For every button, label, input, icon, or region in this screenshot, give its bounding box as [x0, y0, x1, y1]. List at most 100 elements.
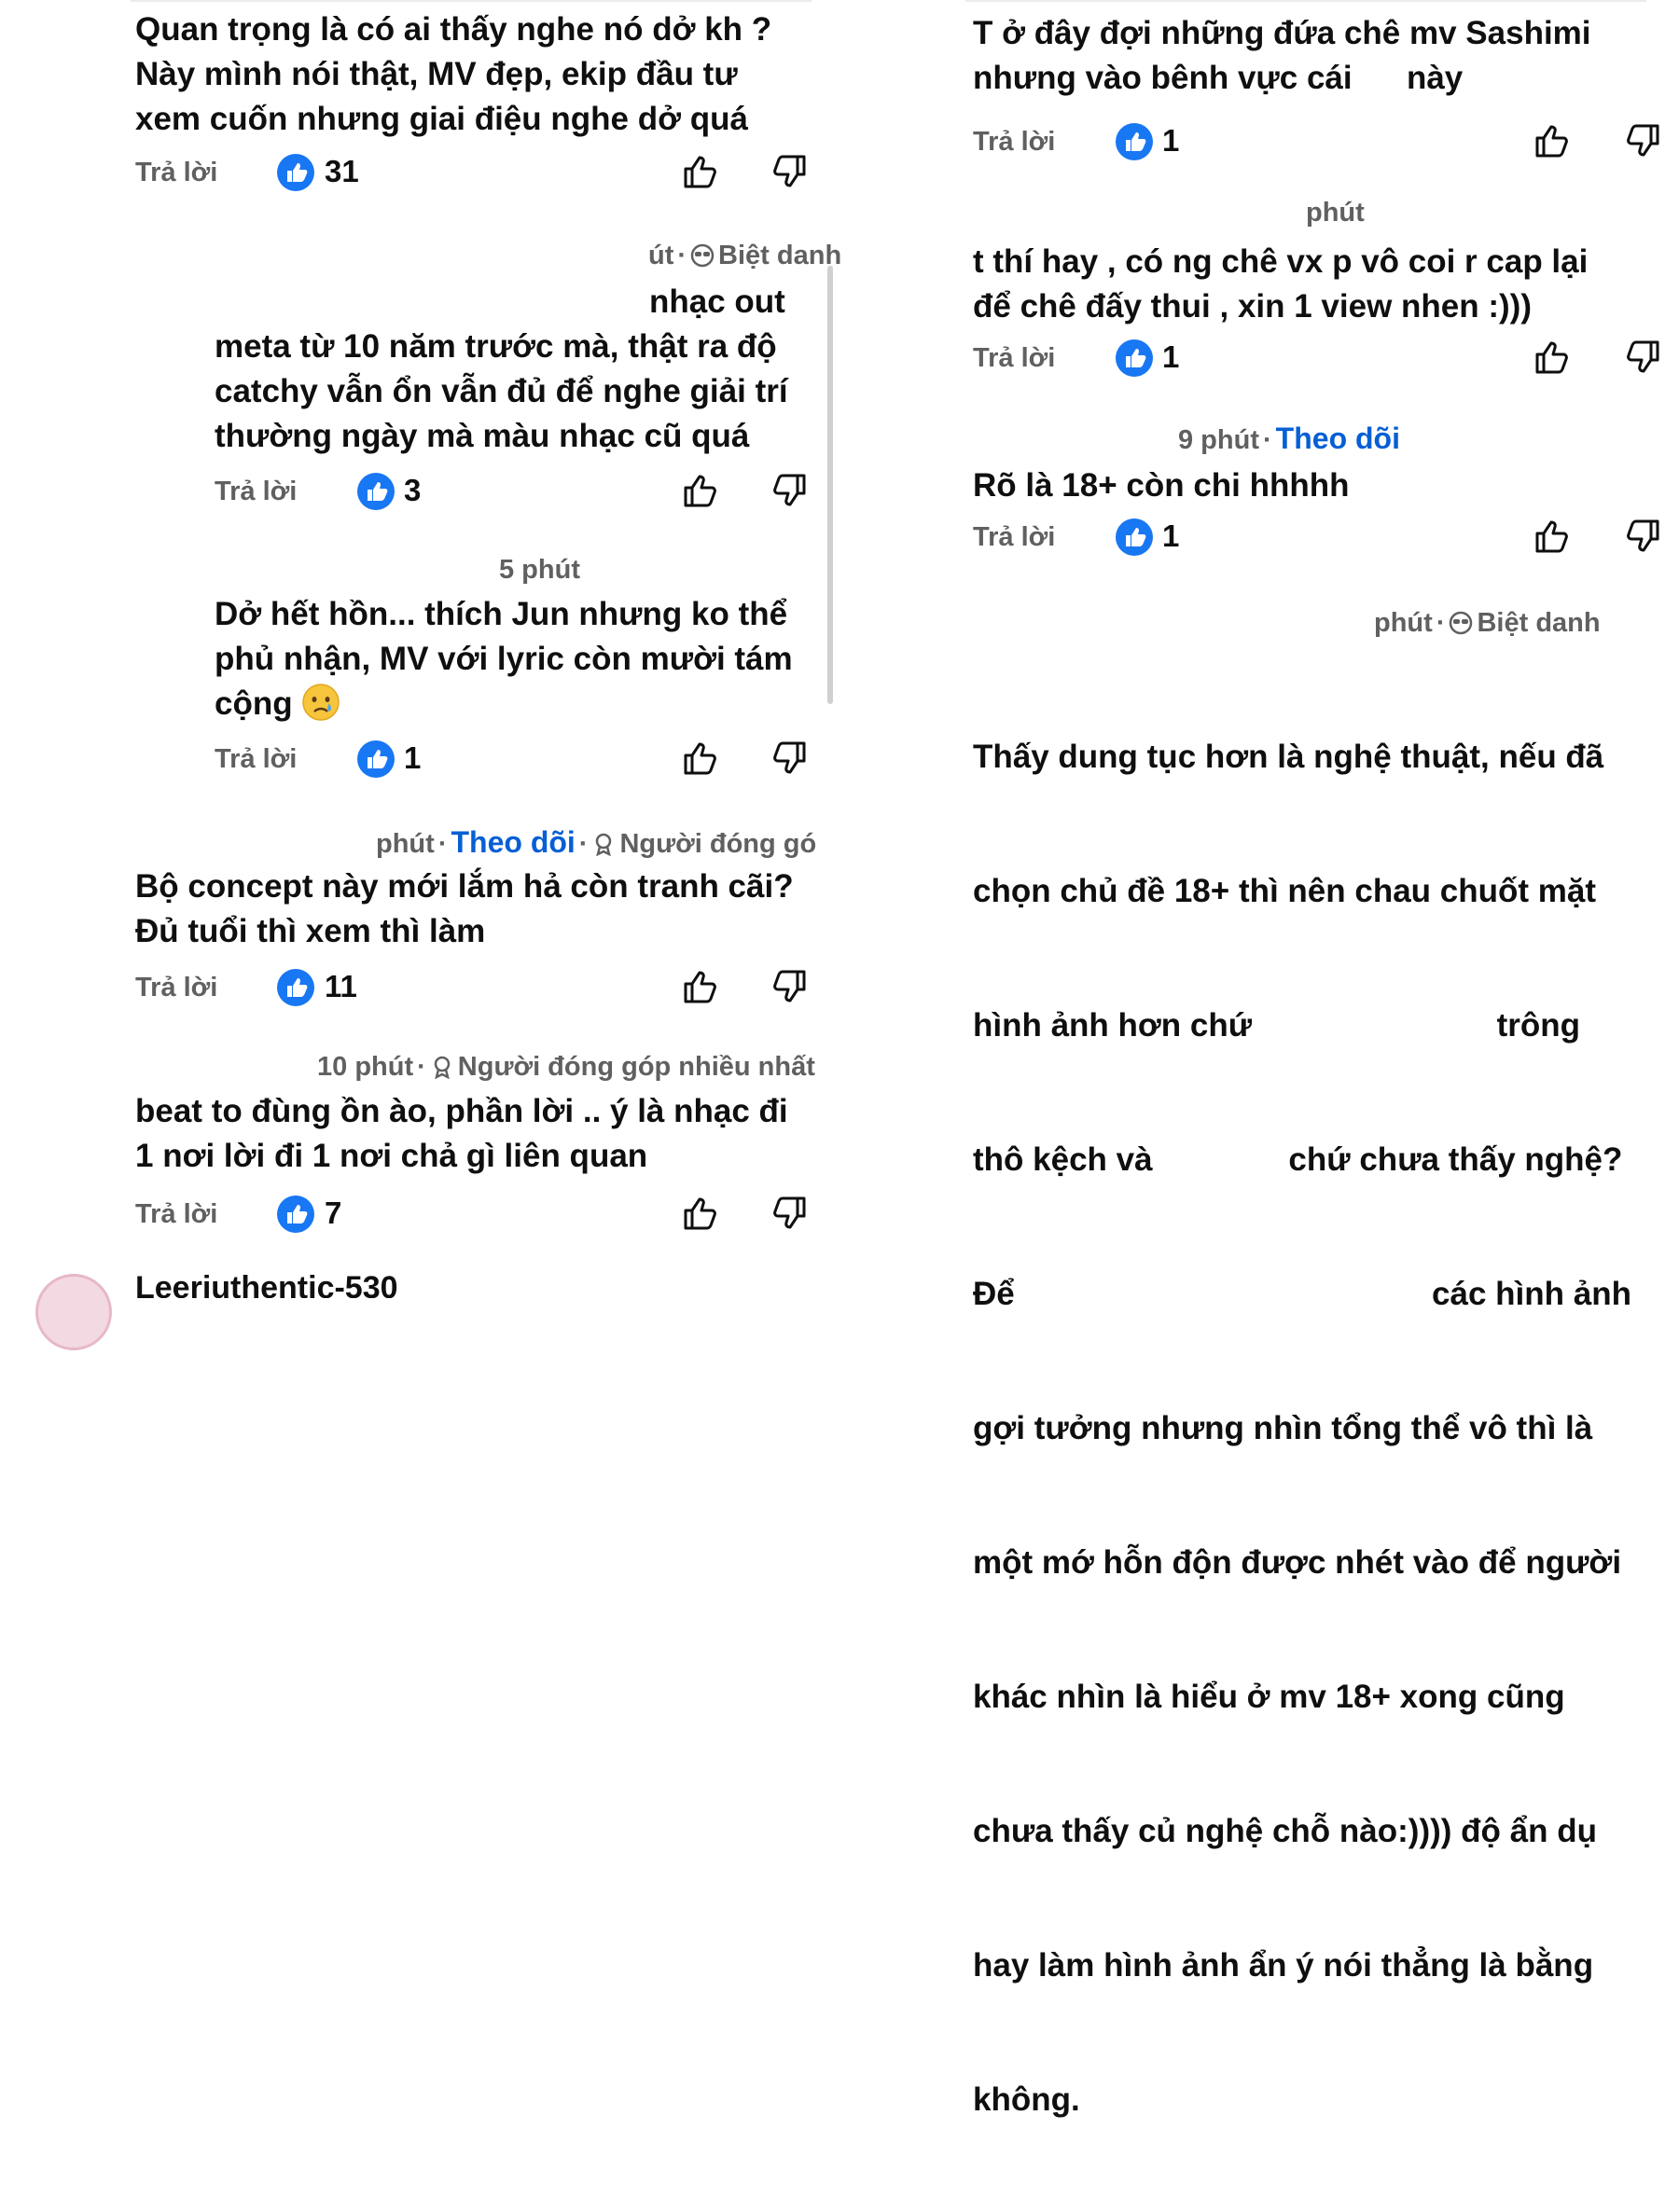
reply-button[interactable]: Trả lời	[135, 1199, 217, 1230]
comment-time: phút	[1374, 608, 1433, 638]
comment-meta: 5 phút	[499, 555, 580, 586]
like-count: 7	[325, 1196, 342, 1230]
comment-time: phút	[1306, 198, 1365, 228]
avatar[interactable]	[35, 1274, 112, 1350]
comment-line: thường ngày mà màu nhạc cũ quá	[215, 418, 750, 454]
comment-1: Quan trọng là có ai thấy nghe nó dở kh ?…	[135, 7, 826, 194]
comment-line: phủ nhận, MV với lyric còn mười tám	[215, 641, 793, 677]
reply-button[interactable]: Trả lời	[215, 477, 297, 507]
comment-line: để chê đấy thui , xin 1 view nhen :)))	[973, 288, 1532, 325]
comment-line: Để các hình ảnh	[973, 1276, 1631, 1312]
like-count: 1	[1162, 339, 1180, 374]
comment-time: út	[648, 241, 674, 270]
comment-line: thô kệch và chứ chưa thấy nghệ?	[973, 1141, 1623, 1178]
thumbs-up-icon[interactable]	[681, 967, 720, 1006]
thumbs-down-icon[interactable]	[1623, 338, 1662, 377]
comment-meta: út · Biệt danh	[648, 241, 842, 270]
comment-3: 5 phút Dở hết hồn... thích Jun nhưng ko …	[215, 555, 830, 788]
comment-time: phút	[376, 829, 435, 859]
comment-actions: Trả lời 3	[215, 471, 830, 518]
thumbs-up-icon[interactable]	[1533, 517, 1572, 556]
comment-line: meta từ 10 năm trước mà, thật ra độ	[215, 328, 777, 365]
comment-line: Rõ là 18+ còn chi hhhhh	[973, 467, 1350, 504]
comment-meta: 10 phút · Người đóng góp nhiều nhất	[317, 1052, 815, 1082]
comment-actions: Trả lời 1	[973, 517, 1679, 563]
thumbs-up-badge-icon	[1116, 339, 1153, 377]
comment-actions: Trả lời 1	[215, 739, 830, 785]
thumbs-down-icon[interactable]	[770, 1194, 809, 1233]
comment-line: Này mình nói thật, MV đẹp, ekip đầu tư	[135, 56, 738, 92]
thumbs-up-icon[interactable]	[681, 739, 720, 778]
comment-actions: Trả lời 31	[135, 152, 826, 199]
comment-line: hay làm hình ảnh ẩn ý nói thẳng là bằng	[973, 1947, 1594, 1984]
comment-text: beat to đùng ồn ào, phần lời .. ý là nhạ…	[135, 1089, 788, 1179]
thumbs-up-icon[interactable]	[681, 1194, 720, 1233]
thumbs-down-icon[interactable]	[1623, 517, 1662, 556]
comment-time: 9 phút	[1178, 425, 1259, 455]
comment-4: phút · Biệt danh Thấy dung tục hơn là nghệ…	[973, 608, 1679, 2118]
thumbs-up-icon[interactable]	[681, 471, 720, 510]
comment-time: 10 phút	[317, 1052, 414, 1082]
thumbs-down-icon[interactable]	[770, 967, 809, 1006]
comment-text: t thí hay , có ng chê vx p vô coi r cap …	[973, 240, 1588, 329]
comment-line: Quan trọng là có ai thấy nghe nó dở kh ?	[135, 11, 772, 48]
sunglasses-icon	[1450, 611, 1473, 635]
comment-meta: phút · Theo dõi · Người đóng gó	[376, 825, 817, 859]
thumbs-down-icon[interactable]	[770, 471, 809, 510]
comment-meta: phút · Biệt danh	[1374, 608, 1601, 638]
comment-text: Dở hết hồn... thích Jun nhưng ko thể phủ…	[215, 592, 793, 726]
comment-line: chọn chủ đề 18+ thì nên chau chuốt mặt	[973, 873, 1597, 909]
comment-line-with-emoji: cộng	[215, 682, 793, 726]
reply-button[interactable]: Trả lời	[135, 973, 217, 1003]
comment-line: nhưng vào bênh vực cái này	[973, 60, 1464, 96]
comment-meta: 9 phút · Theo dõi	[1178, 422, 1400, 455]
comment-author-name[interactable]: Leeriuthentic-530	[135, 1270, 686, 1298]
reply-button[interactable]: Trả lời	[973, 343, 1055, 374]
thumbs-up-icon[interactable]	[1533, 338, 1572, 377]
comment-line: chưa thấy củ nghệ chỗ nào:)))) độ ẩn dụ	[973, 1813, 1597, 1849]
comment-line: gợi tưởng nhưng nhìn tổng thể vô thì là	[973, 1410, 1593, 1446]
follow-button[interactable]: Theo dõi	[451, 825, 575, 859]
comment-5: 10 phút · Người đóng góp nhiều nhất beat t…	[135, 1052, 830, 1238]
comment-line: xem cuốn nhưng giai điệu nghe dở quá	[135, 101, 748, 137]
right-comment-column: T ở đây đợi những đứa chê mv Sashimi như…	[961, 0, 1679, 2118]
thumbs-up-badge-icon	[277, 969, 314, 1006]
contributor-medal-icon	[434, 1056, 451, 1079]
thumbs-down-icon[interactable]	[770, 152, 809, 191]
comment-actions: Trả lời 11	[135, 967, 826, 1014]
reply-button[interactable]: Trả lời	[973, 522, 1055, 553]
scrollbar[interactable]	[827, 266, 833, 704]
reply-button[interactable]: Trả lời	[135, 158, 217, 188]
comment-text: Rõ là 18+ còn chi hhhhh	[973, 463, 1350, 508]
contributor-badge: Người đóng gó	[619, 829, 817, 859]
comment-text: T ở đây đợi những đứa chê mv Sashimi như…	[973, 11, 1591, 101]
comment-line: catchy vẫn ổn vẫn đủ để nghe giải trí	[215, 373, 788, 409]
comment-line: 1 nơi lời đi 1 nơi chả gì liên quan	[135, 1138, 648, 1174]
like-count: 3	[404, 473, 422, 507]
comment-line: Bộ concept này mới lắm hả còn tranh cãi?	[135, 868, 794, 905]
thumbs-up-badge-icon	[357, 473, 395, 510]
comment-2: phút t thí hay , có ng chê vx p vô coi r…	[973, 198, 1679, 394]
nickname-badge: Biệt danh	[718, 241, 842, 270]
reply-button[interactable]: Trả lời	[215, 744, 297, 775]
thumbs-down-icon[interactable]	[770, 739, 809, 778]
comment-actions: Trả lời 1	[973, 121, 1679, 168]
comment-line: nhạc out	[649, 283, 785, 320]
follow-button[interactable]: Theo dõi	[1276, 422, 1400, 455]
thumbs-up-icon[interactable]	[1533, 121, 1572, 160]
like-count: 11	[325, 969, 357, 1003]
thumbs-up-badge-icon	[1116, 123, 1153, 160]
like-count: 1	[1162, 123, 1180, 158]
left-comment-column: Quan trọng là có ai thấy nghe nó dở kh ?…	[0, 0, 842, 1350]
comment-line: beat to đùng ồn ào, phần lời .. ý là nhạ…	[135, 1093, 788, 1129]
thumbs-down-icon[interactable]	[1623, 121, 1662, 160]
comment-actions: Trả lời 1	[973, 338, 1679, 384]
comment-text: Bộ concept này mới lắm hả còn tranh cãi?…	[135, 864, 794, 954]
comment-meta: phút	[1306, 198, 1365, 228]
reply-button[interactable]: Trả lời	[973, 127, 1055, 158]
thumbs-up-icon[interactable]	[681, 152, 720, 191]
comment-1: T ở đây đợi những đứa chê mv Sashimi như…	[973, 11, 1679, 170]
nickname-badge: Biệt danh	[1477, 608, 1601, 638]
comment-line: một mớ hỗn độn được nhét vào để người	[973, 1544, 1622, 1581]
comment-text: nhạc out meta từ 10 năm trước mà, thật r…	[215, 280, 788, 459]
